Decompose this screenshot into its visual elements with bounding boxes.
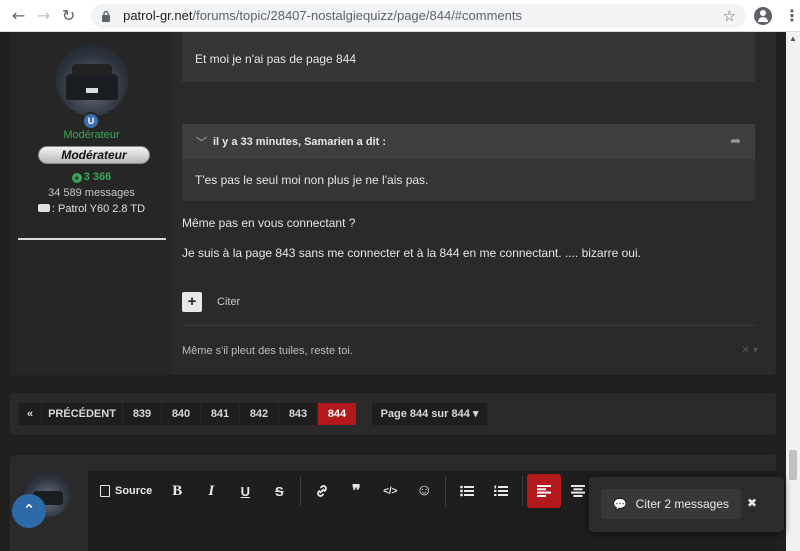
- editor-toolbar: Source B I U S ❞ </> ☺: [88, 471, 595, 511]
- link-icon: [317, 485, 328, 497]
- plus-circle-icon: +: [71, 173, 82, 183]
- code-button[interactable]: </>: [373, 474, 407, 508]
- forum-post: U Modérateur Modérateur +3 366 34 589 me…: [10, 32, 776, 375]
- multiquote-add-button[interactable]: +: [182, 292, 202, 312]
- align-center-icon: [571, 485, 586, 497]
- quote-2-body: T'es pas le seul moi non plus je ne l'ai…: [182, 159, 755, 201]
- forward-icon[interactable]: →: [31, 3, 56, 29]
- page-link[interactable]: 842: [240, 403, 278, 425]
- author-title: Modérateur: [63, 129, 120, 141]
- author-vehicle: : Patrol Y60 2.8 TD: [10, 203, 173, 215]
- toolbar-separator: [445, 476, 447, 506]
- page-link[interactable]: 841: [201, 403, 239, 425]
- reputation-count: +3 366: [10, 171, 173, 183]
- link-button[interactable]: [305, 474, 339, 508]
- multiquote-popup: 💬 Citer 2 messages ✖: [589, 477, 784, 532]
- signature-divider: [182, 325, 755, 326]
- italic-button[interactable]: I: [194, 474, 228, 508]
- pagination: « PRÉCÉDENT 839 840 841 842 843 844: [19, 403, 357, 425]
- scroll-to-top-button[interactable]: ⌃: [12, 494, 46, 528]
- current-page[interactable]: 844: [318, 403, 356, 425]
- share-arrow-icon[interactable]: ➦: [730, 134, 741, 149]
- author-panel: U Modérateur Modérateur +3 366 34 589 me…: [10, 32, 173, 375]
- post-paragraph-1: Même pas en vous connectant ?: [182, 216, 356, 230]
- speech-bubble-icon: 💬: [612, 497, 627, 511]
- signature-options-icon[interactable]: ✕ ▾: [741, 345, 758, 356]
- bold-button[interactable]: B: [160, 474, 194, 508]
- first-page-button[interactable]: «: [19, 403, 41, 425]
- author-post-count: 34 589 messages: [48, 187, 135, 199]
- chevron-down-icon[interactable]: ﹀: [196, 134, 207, 150]
- profile-icon[interactable]: [754, 6, 773, 25]
- moderator-badge-icon: U: [82, 112, 100, 130]
- lock-icon: [101, 9, 115, 23]
- post-paragraph-2: Je suis à la page 843 sans me connecter …: [182, 246, 641, 260]
- quote-2-header[interactable]: ﹀ il y a 33 minutes, Samarien a dit : ➦: [182, 124, 755, 159]
- cite-multiple-button[interactable]: 💬 Citer 2 messages: [601, 489, 741, 519]
- address-bar[interactable]: patrol-gr.net/forums/topic/28407-nostalg…: [91, 3, 747, 28]
- url-host: patrol-gr.net: [123, 8, 193, 23]
- scroll-up-arrow-icon[interactable]: ▲: [786, 32, 800, 46]
- car-icon: [37, 204, 50, 212]
- numbered-list-icon: [494, 485, 509, 496]
- reload-icon[interactable]: ↻: [56, 3, 81, 29]
- page-jump-dropdown[interactable]: Page 844 sur 844 ▾: [372, 403, 487, 425]
- quote-2-citation: il y a 33 minutes, Samarien a dit :: [213, 135, 387, 148]
- reputation-value: 3 366: [83, 171, 112, 183]
- numbered-list-button[interactable]: [484, 474, 518, 508]
- page-link[interactable]: 839: [123, 403, 161, 425]
- rank-image: Modérateur: [38, 146, 150, 164]
- bulleted-list-button[interactable]: [450, 474, 484, 508]
- align-left-button[interactable]: [527, 474, 562, 508]
- bulleted-list-icon: [460, 485, 475, 497]
- strikethrough-button[interactable]: S: [262, 474, 296, 508]
- bookmark-star-icon[interactable]: ☆: [723, 7, 736, 25]
- close-icon[interactable]: ✖: [747, 496, 757, 510]
- emoji-button[interactable]: ☺: [407, 474, 441, 508]
- quote-1-body: Et moi je n'ai pas de page 844: [182, 32, 755, 82]
- author-avatar[interactable]: [56, 44, 128, 116]
- post-actions: + Citer: [182, 292, 240, 312]
- quote-button[interactable]: ❞: [339, 474, 373, 508]
- signature-text: Même s'il pleut des tuiles, reste toi.: [182, 345, 353, 357]
- align-left-icon: [537, 485, 552, 497]
- browser-toolbar: ← → ↻ patrol-gr.net/forums/topic/28407-n…: [0, 0, 800, 32]
- pagination-bar: « PRÉCÉDENT 839 840 841 842 843 844 Page…: [10, 393, 776, 435]
- page-link[interactable]: 840: [162, 403, 200, 425]
- previous-page-button[interactable]: PRÉCÉDENT: [42, 403, 122, 425]
- cite-multiple-label: Citer 2 messages: [635, 497, 730, 511]
- author-divider: [18, 238, 166, 240]
- vehicle-text: : Patrol Y60 2.8 TD: [51, 203, 146, 215]
- toolbar-separator: [522, 476, 524, 506]
- underline-button[interactable]: U: [228, 474, 262, 508]
- page-link[interactable]: 843: [279, 403, 317, 425]
- source-button[interactable]: Source: [92, 474, 160, 508]
- post-content: Et moi je n'ai pas de page 844 ﹀ il y a …: [182, 32, 766, 375]
- scrollbar-thumb[interactable]: [789, 450, 797, 480]
- back-icon[interactable]: ←: [6, 3, 31, 29]
- source-icon: [100, 485, 110, 497]
- browser-menu-icon[interactable]: ⋮: [784, 6, 800, 25]
- toolbar-separator: [300, 476, 302, 506]
- url-path: /forums/topic/28407-nostalgiequizz/page/…: [192, 8, 522, 23]
- cite-button[interactable]: Citer: [217, 296, 240, 308]
- page-scrollbar[interactable]: ▲: [786, 32, 800, 551]
- source-label: Source: [115, 485, 153, 497]
